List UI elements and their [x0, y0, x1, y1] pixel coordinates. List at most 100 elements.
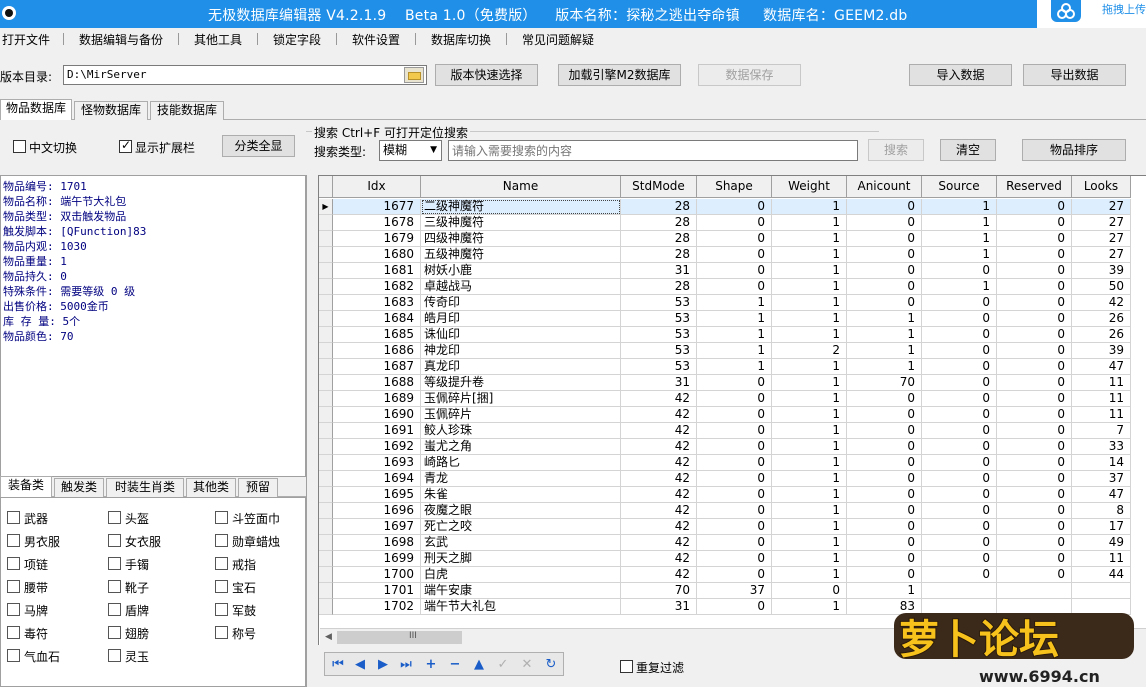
column-header-reserved[interactable]: Reserved [997, 176, 1072, 198]
cell-shape[interactable]: 0 [697, 375, 772, 391]
cell-stdmode[interactable]: 42 [621, 423, 697, 439]
scroll-thumb[interactable]: III [337, 631, 462, 644]
row-indicator[interactable] [319, 599, 333, 615]
category-checkbox[interactable] [7, 534, 20, 547]
cell-looks[interactable]: 8 [1072, 503, 1131, 519]
cell-shape[interactable]: 37 [697, 583, 772, 599]
cell-weight[interactable]: 1 [772, 295, 847, 311]
cell-source[interactable]: 1 [922, 231, 997, 247]
cell-reserved[interactable]: 0 [997, 391, 1072, 407]
category-checkbox[interactable] [108, 626, 121, 639]
cell-name[interactable]: 青龙 [421, 471, 621, 487]
cell-looks[interactable]: 14 [1072, 455, 1131, 471]
repeat-filter-checkbox[interactable] [620, 660, 633, 673]
cell-reserved[interactable]: 0 [997, 247, 1072, 263]
cell-looks[interactable]: 49 [1072, 535, 1131, 551]
cell-weight[interactable]: 1 [772, 551, 847, 567]
cell-name[interactable]: 玄武 [421, 535, 621, 551]
column-header-source[interactable]: Source [922, 176, 997, 198]
category-checkbox[interactable] [108, 511, 121, 524]
cell-source[interactable]: 0 [922, 487, 997, 503]
cell-stdmode[interactable]: 53 [621, 311, 697, 327]
category-checkbox[interactable] [7, 580, 20, 593]
cell-stdmode[interactable]: 53 [621, 343, 697, 359]
cell-stdmode[interactable]: 42 [621, 471, 697, 487]
category-checkbox[interactable] [215, 534, 228, 547]
load-m2-button[interactable]: 加载引擎M2数据库 [558, 64, 681, 86]
cell-looks[interactable]: 39 [1072, 263, 1131, 279]
column-header-weight[interactable]: Weight [772, 176, 847, 198]
cell-stdmode[interactable]: 53 [621, 327, 697, 343]
row-indicator[interactable] [319, 327, 333, 343]
cell-source[interactable]: 0 [922, 359, 997, 375]
cell-shape[interactable]: 0 [697, 551, 772, 567]
cell-shape[interactable]: 0 [697, 231, 772, 247]
row-indicator[interactable] [319, 359, 333, 375]
cell-anicount[interactable]: 0 [847, 455, 922, 471]
category-checkbox[interactable] [7, 557, 20, 570]
cell-stdmode[interactable]: 42 [621, 551, 697, 567]
cell-idx[interactable]: 1691 [333, 423, 421, 439]
edit-record-icon[interactable]: ▲ [468, 655, 490, 675]
cell-looks[interactable]: 27 [1072, 231, 1131, 247]
cell-reserved[interactable]: 0 [997, 407, 1072, 423]
cell-name[interactable]: 树妖小鹿 [421, 263, 621, 279]
delete-record-icon[interactable]: − [444, 655, 466, 675]
cell-shape[interactable]: 0 [697, 503, 772, 519]
cell-weight[interactable]: 1 [772, 359, 847, 375]
cell-looks[interactable]: 27 [1072, 247, 1131, 263]
tab-fashion-zodiac[interactable]: 时装生肖类 [106, 478, 184, 497]
cell-shape[interactable]: 0 [697, 263, 772, 279]
cell-anicount[interactable]: 0 [847, 391, 922, 407]
cell-weight[interactable]: 1 [772, 423, 847, 439]
cell-anicount[interactable]: 0 [847, 231, 922, 247]
cell-shape[interactable]: 0 [697, 423, 772, 439]
cell-anicount[interactable]: 0 [847, 279, 922, 295]
cell-reserved[interactable]: 0 [997, 439, 1072, 455]
cell-stdmode[interactable]: 42 [621, 439, 697, 455]
cell-name[interactable]: 诛仙印 [421, 327, 621, 343]
cell-shape[interactable]: 0 [697, 599, 772, 615]
cell-source[interactable]: 0 [922, 343, 997, 359]
cell-idx[interactable]: 1699 [333, 551, 421, 567]
cell-anicount[interactable]: 0 [847, 487, 922, 503]
cell-looks[interactable]: 47 [1072, 487, 1131, 503]
cell-reserved[interactable]: 0 [997, 375, 1072, 391]
menu-faq[interactable]: 常见问题解疑 [522, 31, 594, 48]
cell-looks[interactable]: 47 [1072, 359, 1131, 375]
category-checkbox[interactable] [7, 626, 20, 639]
cell-reserved[interactable]: 0 [997, 551, 1072, 567]
cell-shape[interactable]: 1 [697, 327, 772, 343]
last-record-icon[interactable]: ⏭ [395, 655, 417, 675]
cell-weight[interactable]: 1 [772, 327, 847, 343]
cell-weight[interactable]: 1 [772, 599, 847, 615]
cell-source[interactable]: 0 [922, 439, 997, 455]
cell-name[interactable]: 三级神魔符 [421, 215, 621, 231]
row-indicator[interactable] [319, 567, 333, 583]
cell-weight[interactable]: 1 [772, 567, 847, 583]
cell-stdmode[interactable]: 42 [621, 455, 697, 471]
folder-icon[interactable] [404, 67, 424, 83]
search-type-select[interactable]: 模糊 ▼ [379, 140, 442, 161]
cell-anicount[interactable]: 1 [847, 343, 922, 359]
import-data-button[interactable]: 导入数据 [909, 64, 1012, 86]
cell-source[interactable]: 0 [922, 311, 997, 327]
cell-source[interactable]: 0 [922, 327, 997, 343]
cell-looks[interactable]: 42 [1072, 295, 1131, 311]
cell-name[interactable]: 端午节大礼包 [421, 599, 621, 615]
cell-idx[interactable]: 1698 [333, 535, 421, 551]
tab-skill-db[interactable]: 技能数据库 [150, 101, 224, 120]
cell-looks[interactable]: 11 [1072, 407, 1131, 423]
cell-idx[interactable]: 1700 [333, 567, 421, 583]
cell-idx[interactable]: 1688 [333, 375, 421, 391]
row-indicator[interactable] [319, 343, 333, 359]
cell-idx[interactable]: 1679 [333, 231, 421, 247]
cell-anicount[interactable]: 0 [847, 471, 922, 487]
cell-idx[interactable]: 1701 [333, 583, 421, 599]
menu-lock-fields[interactable]: 锁定字段 [273, 31, 321, 48]
cell-name[interactable]: 神龙印 [421, 343, 621, 359]
cell-reserved[interactable]: 0 [997, 215, 1072, 231]
cell-idx[interactable]: 1692 [333, 439, 421, 455]
cell-name[interactable]: 死亡之咬 [421, 519, 621, 535]
cell-idx[interactable]: 1683 [333, 295, 421, 311]
